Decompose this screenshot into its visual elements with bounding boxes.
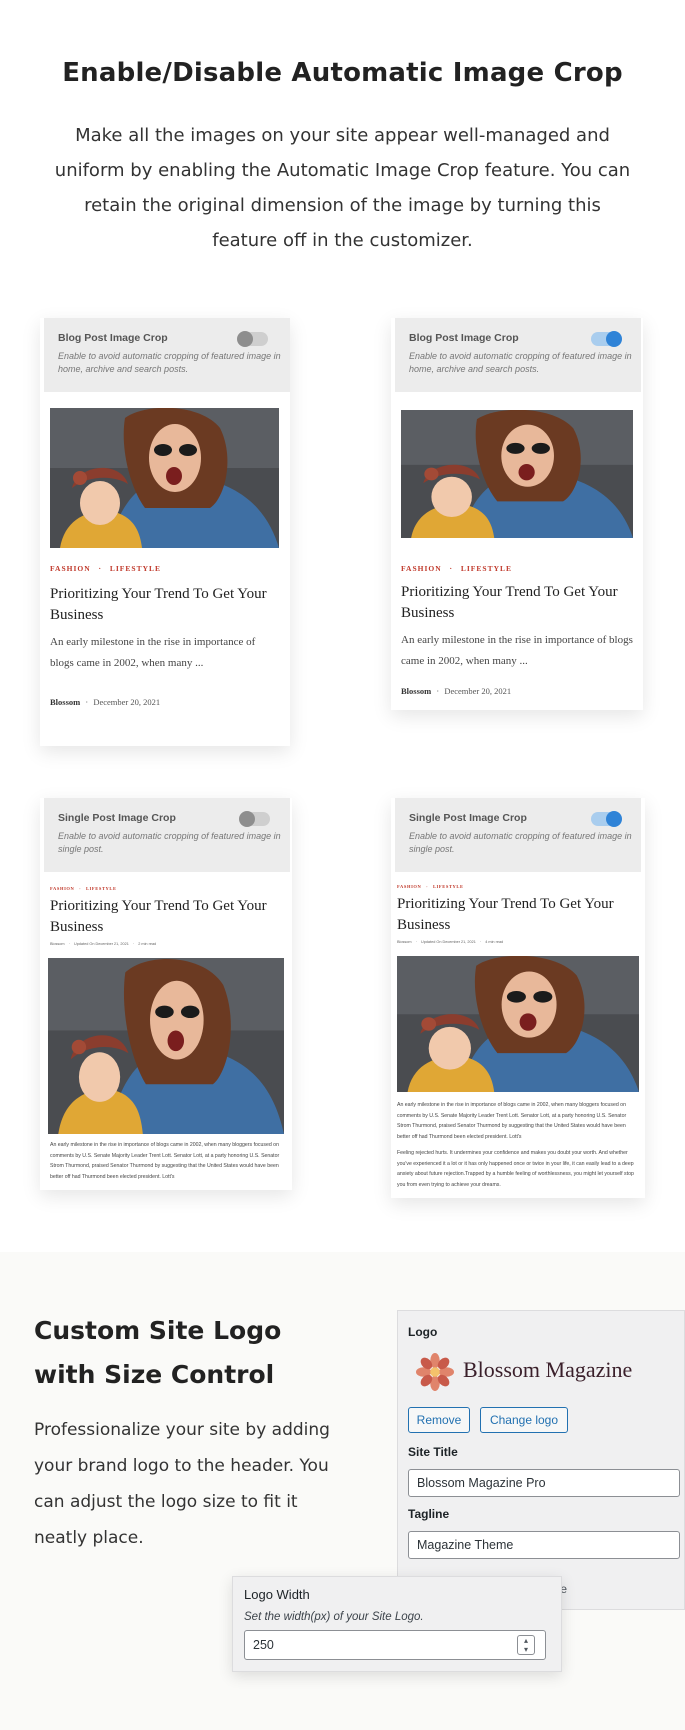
toggle-knob — [606, 331, 622, 347]
post-categories: FASHION · LIFESTYLE — [397, 884, 464, 889]
post-meta: Blossom · December 20, 2021 — [50, 697, 161, 707]
single-crop-off-panel: Single Post Image Crop Enable to avoid a… — [40, 798, 292, 1190]
single-crop-toggle[interactable] — [591, 811, 622, 827]
section-intro: Make all the images on your site appear … — [54, 125, 631, 251]
change-logo-button[interactable]: Change logo — [480, 1407, 568, 1433]
post-updated: Updated On December 21, 2021 — [420, 940, 476, 944]
post-date: December 20, 2021 — [93, 697, 161, 707]
brand-name: Blossom Magazine — [463, 1357, 633, 1382]
toggle-knob — [606, 811, 622, 827]
mother-child-photo — [401, 410, 633, 538]
number-stepper-icon[interactable]: ▴ ▾ — [517, 1635, 535, 1655]
blog-crop-setting: Blog Post Image Crop Enable to avoid aut… — [395, 318, 641, 392]
section-paragraph: Professionalize your site by adding your… — [34, 1420, 330, 1548]
category-fashion[interactable]: FASHION — [397, 884, 421, 889]
mother-child-photo — [50, 408, 279, 548]
toggle-knob — [237, 331, 253, 347]
single-crop-toggle[interactable] — [239, 811, 270, 827]
post-read-time: 2 min read — [138, 942, 157, 946]
setting-title: Blog Post Image Crop — [58, 332, 168, 344]
logo-width-description: Set the width(px) of your Site Logo. — [244, 1611, 424, 1623]
category-lifestyle[interactable]: LIFESTYLE — [461, 564, 512, 573]
post-categories: FASHION · LIFESTYLE — [401, 564, 512, 573]
category-lifestyle[interactable]: LIFESTYLE — [433, 884, 464, 889]
featured-image — [397, 956, 639, 1092]
post-read-time: 4 min read — [485, 940, 504, 944]
blossom-logo-icon — [416, 1353, 454, 1391]
setting-description: Enable to avoid automatic cropping of fe… — [409, 351, 632, 374]
category-fashion[interactable]: FASHION — [50, 886, 74, 891]
featured-image — [401, 410, 633, 538]
post-meta: Blossom · Updated On December 21, 2021 ·… — [50, 942, 157, 946]
post-date: December 20, 2021 — [444, 686, 512, 696]
mother-child-photo — [397, 956, 639, 1092]
blog-crop-setting: Blog Post Image Crop Enable to avoid aut… — [44, 318, 290, 392]
logo-width-input[interactable]: 250 — [244, 1630, 546, 1660]
post-categories: FASHION · LIFESTYLE — [50, 564, 161, 573]
remove-logo-button[interactable]: Remove — [408, 1407, 470, 1433]
setting-description: Enable to avoid automatic cropping of fe… — [58, 351, 281, 374]
logo-width-label: Logo Width — [244, 1587, 310, 1602]
setting-title: Blog Post Image Crop — [409, 332, 519, 344]
blog-crop-toggle[interactable] — [237, 331, 268, 347]
blog-crop-toggle[interactable] — [591, 331, 622, 347]
category-lifestyle[interactable]: LIFESTYLE — [86, 886, 117, 891]
site-title-input[interactable]: Blossom Magazine Pro — [408, 1469, 680, 1497]
site-logo-section: Custom Site Logo with Size Control Profe… — [0, 1252, 685, 1730]
post-excerpt: An early milestone in the rise in import… — [401, 634, 633, 667]
image-crop-section: Enable/Disable Automatic Image Crop Make… — [0, 0, 685, 1252]
setting-title: Single Post Image Crop — [409, 812, 527, 824]
post-author[interactable]: Blossom — [50, 697, 80, 707]
category-fashion[interactable]: FASHION — [401, 564, 442, 573]
post-body-paragraph: An early milestone in the rise in import… — [397, 1102, 627, 1140]
logo-width-panel: Logo Width Set the width(px) of your Sit… — [232, 1576, 562, 1672]
setting-title: Single Post Image Crop — [58, 812, 176, 824]
post-author[interactable]: Blossom — [50, 942, 65, 946]
post-title: Prioritizing Your Trend To Get Your Busi… — [397, 896, 614, 933]
setting-description: Enable to avoid automatic cropping of fe… — [409, 831, 632, 854]
post-excerpt: An early milestone in the rise in import… — [50, 636, 256, 669]
post-body-paragraph: An early milestone in the rise in import… — [50, 1142, 280, 1180]
post-meta: Blossom · Updated On December 21, 2021 ·… — [397, 940, 504, 944]
setting-description: Enable to avoid automatic cropping of fe… — [58, 831, 281, 854]
post-author[interactable]: Blossom — [401, 686, 431, 696]
post-categories: FASHION · LIFESTYLE — [50, 886, 117, 891]
featured-image — [50, 408, 279, 548]
featured-image — [48, 958, 284, 1134]
tagline-input[interactable]: Magazine Theme — [408, 1531, 680, 1559]
logo-label: Logo — [408, 1325, 438, 1339]
section-heading: Enable/Disable Automatic Image Crop — [62, 58, 623, 88]
tagline-label: Tagline — [408, 1507, 450, 1521]
post-title: Prioritizing Your Trend To Get Your Busi… — [50, 898, 267, 935]
toggle-knob — [239, 811, 255, 827]
single-crop-on-panel: Single Post Image Crop Enable to avoid a… — [391, 798, 645, 1198]
mother-child-photo — [48, 958, 284, 1134]
post-updated: Updated On December 21, 2021 — [73, 942, 129, 946]
section-heading: Custom Site Logo with Size Control — [34, 1316, 282, 1389]
single-crop-setting: Single Post Image Crop Enable to avoid a… — [44, 798, 290, 872]
blog-crop-on-panel: Blog Post Image Crop Enable to avoid aut… — [391, 318, 643, 710]
category-fashion[interactable]: FASHION — [50, 564, 91, 573]
logo-customizer-panel: Logo Blossom Magazine Remove Change logo… — [397, 1310, 685, 1610]
category-lifestyle[interactable]: LIFESTYLE — [110, 564, 161, 573]
post-author[interactable]: Blossom — [397, 940, 412, 944]
blog-crop-off-panel: Blog Post Image Crop Enable to avoid aut… — [40, 318, 290, 746]
single-crop-setting: Single Post Image Crop Enable to avoid a… — [395, 798, 641, 872]
post-meta: Blossom · December 20, 2021 — [401, 686, 512, 696]
post-body-paragraph: Feeling rejected hurts. It undermines yo… — [397, 1150, 634, 1188]
site-title-label: Site Title — [408, 1445, 458, 1459]
post-title[interactable]: Prioritizing Your Trend To Get Your Busi… — [401, 582, 621, 624]
post-title[interactable]: Prioritizing Your Trend To Get Your Busi… — [50, 584, 270, 626]
